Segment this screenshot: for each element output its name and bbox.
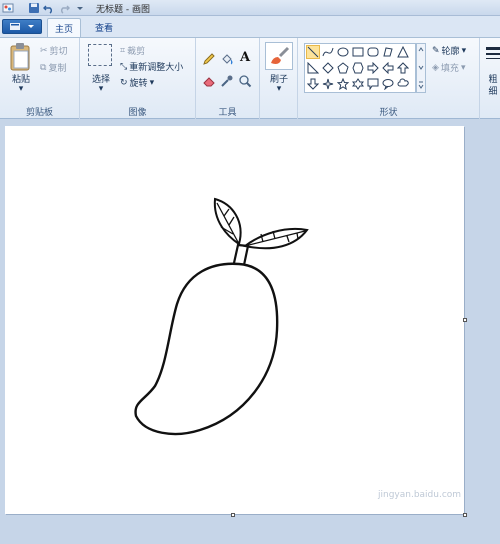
right-arrow-shape-icon[interactable] [366, 61, 380, 75]
mango-drawing [134, 197, 309, 436]
copy-label: 复制 [48, 64, 67, 74]
canvas-resize-handle-corner[interactable] [463, 513, 467, 517]
copy-icon: ⧉ [40, 62, 47, 73]
title-bar: 无标题 - 画图 [0, 0, 500, 16]
pentagon-shape-icon[interactable] [336, 61, 350, 75]
hexagon-shape-icon[interactable] [351, 61, 365, 75]
fill-shape-button[interactable]: ◈ 填充 ▾ [432, 61, 466, 75]
four-point-star-shape-icon[interactable] [321, 77, 335, 91]
tools-group-label: 工具 [218, 108, 237, 118]
right-leaf-veins [244, 230, 306, 247]
left-arrow-shape-icon[interactable] [381, 61, 395, 75]
down-arrow-shape-icon[interactable] [306, 77, 320, 91]
text-icon[interactable]: A [240, 50, 250, 65]
select-dropdown-arrow[interactable]: ▾ [96, 84, 106, 94]
gallery-scroll-icon [418, 47, 424, 89]
fill-shape-dropdown-arrow: ▾ [460, 62, 466, 73]
paste-dropdown-arrow[interactable]: ▾ [16, 84, 26, 94]
resize-label: 重新调整大小 [129, 63, 184, 73]
tab-home[interactable]: 主页 [47, 18, 81, 37]
rotate-icon: ↻ [120, 77, 128, 88]
outline-button[interactable]: ✎ 轮廓 ▾ [432, 44, 467, 58]
fill-icon[interactable] [220, 52, 234, 66]
copy-button[interactable]: ⧉ 复制 [40, 61, 67, 75]
oval-callout-shape-icon[interactable] [381, 77, 395, 91]
triangle-shape-icon[interactable] [396, 45, 410, 59]
mango-stem [232, 243, 250, 266]
paint-menu-icon [10, 23, 34, 30]
rounded-rectangle-shape-icon[interactable] [366, 45, 380, 59]
color-picker-icon[interactable] [220, 74, 234, 88]
redo-icon[interactable] [58, 2, 70, 14]
watermark: jingyan.baidu.com [378, 490, 462, 500]
workspace [0, 119, 500, 544]
cut-label: 剪切 [49, 47, 68, 57]
size-icon[interactable] [486, 46, 500, 62]
select-icon[interactable] [88, 44, 112, 66]
window-title: 无标题 - 画图 [96, 5, 150, 15]
rotate-label: 旋转 [129, 79, 148, 89]
canvas-resize-handle-right[interactable] [463, 318, 467, 322]
paste-icon[interactable] [8, 42, 32, 72]
image-group: 选择 ▾ ⌗ 裁剪 ⤡ 重新调整大小 ↻ 旋转 ▾ 图像 [80, 38, 196, 120]
clipboard-group-label: 剪贴板 [25, 108, 53, 118]
resize-button[interactable]: ⤡ 重新调整大小 [120, 60, 184, 74]
save-icon[interactable] [28, 2, 40, 14]
tab-view[interactable]: 查看 [86, 18, 122, 37]
cloud-callout-shape-icon[interactable] [396, 77, 410, 91]
five-point-star-shape-icon[interactable] [336, 77, 350, 91]
clipboard-group: 粘贴 ▾ ✂ 剪切 ⧉ 复制 剪贴板 [0, 38, 80, 120]
pencil-icon[interactable] [202, 52, 216, 66]
line-shape-icon[interactable] [306, 45, 320, 59]
crop-icon: ⌗ [120, 45, 126, 56]
shapes-gallery-scroller[interactable] [416, 43, 426, 93]
brushes-button[interactable] [265, 42, 293, 70]
up-arrow-shape-icon[interactable] [396, 61, 410, 75]
brushes-group: 刷子 ▾ [260, 38, 298, 120]
oval-shape-icon[interactable] [336, 45, 350, 59]
rect-callout-shape-icon[interactable] [366, 77, 380, 91]
scissors-icon: ✂ [40, 45, 48, 56]
ribbon-tabs: 主页 查看 [0, 16, 500, 37]
size-label-line2: 细 [488, 87, 498, 97]
right-triangle-shape-icon[interactable] [306, 61, 320, 75]
eraser-icon[interactable] [202, 74, 216, 88]
brush-icon [271, 46, 290, 64]
image-group-label: 图像 [128, 108, 147, 118]
rotate-dropdown-arrow: ▾ [149, 77, 155, 88]
brushes-dropdown-arrow[interactable]: ▾ [274, 84, 284, 94]
customize-qat-icon[interactable] [74, 2, 86, 14]
polygon-shape-icon[interactable] [381, 45, 395, 59]
cut-button[interactable]: ✂ 剪切 [40, 44, 68, 58]
shapes-gallery[interactable] [304, 43, 416, 93]
ribbon: 粘贴 ▾ ✂ 剪切 ⧉ 复制 剪贴板 选择 ▾ ⌗ 裁剪 ⤡ 重新调整大小 ↻ … [0, 37, 500, 120]
outline-icon: ✎ [432, 45, 440, 56]
shapes-group-label: 形状 [379, 108, 398, 118]
drawing-canvas[interactable] [5, 126, 464, 514]
fill-shape-icon: ◈ [432, 62, 439, 73]
crop-button[interactable]: ⌗ 裁剪 [120, 44, 146, 58]
outline-label: 轮廓 [441, 47, 460, 57]
magnifier-icon[interactable] [238, 74, 252, 88]
curve-shape-icon[interactable] [321, 45, 335, 59]
mango-body [134, 262, 279, 436]
fill-shape-label: 填充 [440, 64, 459, 74]
outline-dropdown-arrow: ▾ [461, 45, 467, 56]
canvas-resize-handle-bottom[interactable] [231, 513, 235, 517]
diamond-shape-icon[interactable] [321, 61, 335, 75]
paint-menu-button[interactable] [2, 19, 42, 34]
rectangle-shape-icon[interactable] [351, 45, 365, 59]
tools-group: A 工具 [196, 38, 260, 120]
undo-icon[interactable] [43, 2, 55, 14]
paint-app-icon [2, 3, 14, 13]
six-point-star-shape-icon[interactable] [351, 77, 365, 91]
crop-label: 裁剪 [127, 47, 146, 57]
rotate-button[interactable]: ↻ 旋转 ▾ [120, 76, 155, 90]
size-group: 粗 细 [482, 38, 500, 120]
resize-icon: ⤡ [120, 61, 128, 72]
